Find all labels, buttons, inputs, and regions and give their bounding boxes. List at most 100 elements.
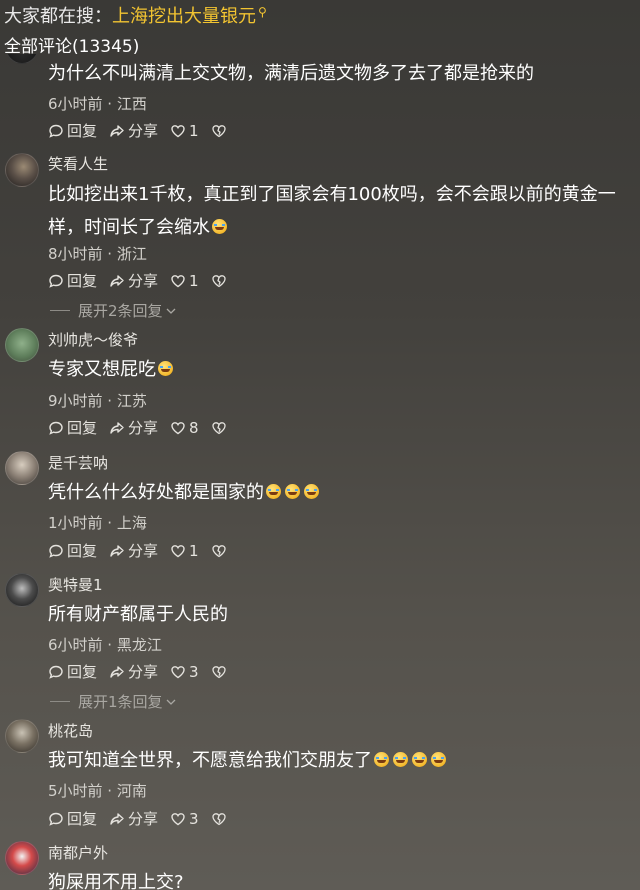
share-arrow-icon xyxy=(110,421,124,434)
dislike-button[interactable] xyxy=(211,664,227,680)
reply-button[interactable]: 回复 xyxy=(48,120,97,141)
comment-bubble-icon xyxy=(49,124,63,138)
like-count: 3 xyxy=(189,809,199,828)
like-count: 8 xyxy=(189,418,199,437)
laugh-cry-emoji-icon xyxy=(158,360,173,376)
share-button[interactable]: 分享 xyxy=(109,661,158,682)
comment-username[interactable]: 奥特曼1 xyxy=(48,574,103,595)
reply-button[interactable]: 回复 xyxy=(48,270,97,291)
laugh-cry-emoji-icon xyxy=(212,218,227,234)
comment-actions: 回复 分享 3 xyxy=(48,661,239,682)
reply-button[interactable]: 回复 xyxy=(48,417,97,438)
comment-text: 所有财产都属于人民的 xyxy=(48,604,228,625)
share-arrow-icon xyxy=(110,812,124,825)
like-count: 3 xyxy=(189,662,199,681)
laugh-cry-emoji-icon xyxy=(304,483,319,499)
share-button[interactable]: 分享 xyxy=(109,270,158,291)
dislike-button[interactable] xyxy=(211,811,227,827)
comment-actions: 回复 分享 1 xyxy=(48,120,239,141)
share-arrow-icon xyxy=(110,544,124,557)
expand-replies-button[interactable]: 展开2条回复 xyxy=(50,300,177,321)
share-arrow-icon xyxy=(110,124,124,137)
heart-icon xyxy=(171,124,185,137)
laugh-cry-emoji-icon xyxy=(431,751,446,767)
search-suggestion-label: 大家都在搜： xyxy=(4,6,112,27)
expand-replies-button[interactable]: 展开1条回复 xyxy=(50,691,177,712)
broken-heart-icon xyxy=(211,665,226,678)
like-button[interactable]: 1 xyxy=(170,272,199,290)
avatar[interactable] xyxy=(5,719,39,753)
broken-heart-icon xyxy=(211,544,226,557)
search-suggestion-bar[interactable]: 大家都在搜： 上海挖出大量银元 ⚲ xyxy=(0,0,640,30)
comment-actions: 回复 分享 8 xyxy=(48,417,239,438)
like-button[interactable]: 3 xyxy=(170,810,199,828)
comment-meta: 5小时前 · 河南 xyxy=(48,782,147,800)
share-button[interactable]: 分享 xyxy=(109,417,158,438)
reply-button[interactable]: 回复 xyxy=(48,808,97,829)
comment-username[interactable]: 南都户外 xyxy=(48,842,108,863)
avatar[interactable] xyxy=(5,328,39,362)
laugh-cry-emoji-icon xyxy=(374,751,389,767)
laugh-cry-emoji-icon xyxy=(412,751,427,767)
dislike-button[interactable] xyxy=(211,543,227,559)
comment-bubble-icon xyxy=(49,421,63,435)
dislike-button[interactable] xyxy=(211,123,227,139)
laugh-cry-emoji-icon xyxy=(266,483,281,499)
like-button[interactable]: 8 xyxy=(170,419,199,437)
comment-meta: 9小时前 · 江苏 xyxy=(48,392,147,410)
comment-username[interactable]: 笑看人生 xyxy=(48,153,108,174)
like-button[interactable]: 3 xyxy=(170,663,199,681)
share-button[interactable]: 分享 xyxy=(109,120,158,141)
comment-bubble-icon xyxy=(49,812,63,826)
comment-actions: 回复 分享 1 xyxy=(48,270,239,291)
reply-button[interactable]: 回复 xyxy=(48,540,97,561)
reply-button[interactable]: 回复 xyxy=(48,661,97,682)
comment-text: 我可知道全世界，不愿意给我们交朋友了 xyxy=(48,744,628,777)
heart-icon xyxy=(171,812,185,825)
broken-heart-icon xyxy=(211,124,226,137)
heart-icon xyxy=(171,544,185,557)
search-icon: ⚲ xyxy=(258,5,267,19)
comment-meta: 8小时前 · 浙江 xyxy=(48,245,147,263)
like-button[interactable]: 1 xyxy=(170,122,199,140)
comment-text: 专家又想屁吃 xyxy=(48,353,628,386)
comment-username[interactable]: 桃花岛 xyxy=(48,720,93,741)
avatar[interactable] xyxy=(5,153,39,187)
avatar[interactable] xyxy=(5,451,39,485)
comment-username[interactable]: 是千芸呐 xyxy=(48,452,108,473)
share-arrow-icon xyxy=(110,274,124,287)
comment-meta: 6小时前 · 江西 xyxy=(48,95,147,113)
laugh-cry-emoji-icon xyxy=(393,751,408,767)
comment-text: 为什么不叫满清上交文物，满清后遗文物多了去了都是抢来的 xyxy=(48,63,534,84)
dislike-button[interactable] xyxy=(211,420,227,436)
comment-username[interactable]: 刘帅虎～俊爷 xyxy=(48,329,138,350)
chevron-down-icon xyxy=(166,699,176,705)
chevron-down-icon xyxy=(166,308,176,314)
comment-bubble-icon xyxy=(49,665,63,679)
broken-heart-icon xyxy=(211,274,226,287)
laugh-cry-emoji-icon xyxy=(285,483,300,499)
comment-bubble-icon xyxy=(49,274,63,288)
comment-actions: 回复 分享 3 xyxy=(48,808,239,829)
broken-heart-icon xyxy=(211,812,226,825)
comment-actions: 回复 分享 1 xyxy=(48,540,239,561)
comment-bubble-icon xyxy=(49,544,63,558)
comment-text: 狗屎用不用上交? xyxy=(48,872,184,890)
share-arrow-icon xyxy=(110,665,124,678)
like-count: 1 xyxy=(189,121,199,140)
like-button[interactable]: 1 xyxy=(170,542,199,560)
comment-text: 凭什么什么好处都是国家的 xyxy=(48,476,628,509)
like-count: 1 xyxy=(189,271,199,290)
heart-icon xyxy=(171,665,185,678)
divider xyxy=(50,701,70,702)
comment-meta: 6小时前 · 黑龙江 xyxy=(48,636,162,654)
comment-text: 比如挖出来1千枚，真正到了国家会有100枚吗，会不会跟以前的黄金一样，时间长了会… xyxy=(48,184,616,238)
share-button[interactable]: 分享 xyxy=(109,808,158,829)
dislike-button[interactable] xyxy=(211,273,227,289)
comments-count: 全部评论(13345) xyxy=(4,37,140,57)
comment-meta: 1小时前 · 上海 xyxy=(48,514,147,532)
search-suggestion-term[interactable]: 上海挖出大量银元 xyxy=(112,2,256,28)
share-button[interactable]: 分享 xyxy=(109,540,158,561)
avatar[interactable] xyxy=(5,841,39,875)
avatar[interactable] xyxy=(5,573,39,607)
